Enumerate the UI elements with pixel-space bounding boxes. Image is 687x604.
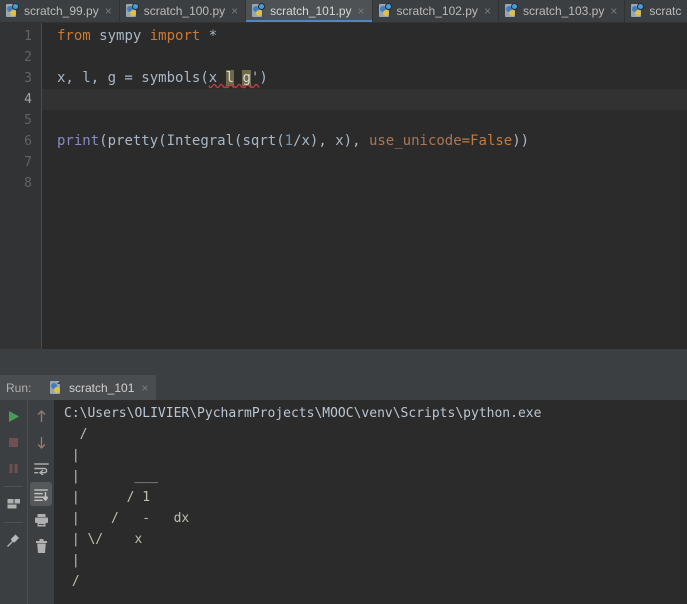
line-number: 2 xyxy=(24,50,32,65)
toolbar-divider xyxy=(4,522,23,523)
code-line-3[interactable]: x, l, g = symbols(x l g') xyxy=(42,68,687,89)
run-header-filler xyxy=(156,375,687,400)
highlight-g: g xyxy=(242,70,251,86)
editor-tab-scratch_102[interactable]: scratch_102.py × xyxy=(372,0,499,22)
stop-icon[interactable] xyxy=(3,430,25,454)
trash-icon[interactable] xyxy=(30,534,52,558)
line-number-gutter: 1 2 3 4 5 6 7 8 xyxy=(0,23,42,349)
star-glob: * xyxy=(200,28,218,44)
console-icon[interactable] xyxy=(3,492,25,516)
symbols-call: symbols xyxy=(141,70,201,86)
editor-tab-label: scratch_103.py xyxy=(522,4,605,18)
line-number: 6 xyxy=(24,134,32,149)
run-tab-scratch_101[interactable]: scratch_101 × xyxy=(42,375,157,400)
editor-tab-bar: scratch_99.py × scratch_100.py × scratch… xyxy=(0,0,687,23)
scroll-to-end-icon[interactable] xyxy=(30,482,52,506)
number-1: 1 xyxy=(284,133,294,149)
code-line-6[interactable]: print(pretty(Integral(sqrt(1/x), x), use… xyxy=(42,131,687,152)
value-false: False xyxy=(470,133,513,149)
toolbar-divider xyxy=(4,486,23,487)
console-output-line: / xyxy=(64,574,80,589)
console-output-line: | xyxy=(64,448,80,463)
python-file-icon xyxy=(504,3,518,18)
close-icon[interactable]: × xyxy=(609,5,617,17)
line-number-current: 4 xyxy=(24,92,32,107)
python-file-icon xyxy=(125,3,139,18)
close-icon[interactable]: × xyxy=(357,5,365,17)
keyword-from: from xyxy=(57,28,91,44)
code-line-5[interactable] xyxy=(42,110,687,131)
code-line-7[interactable] xyxy=(42,152,687,173)
highlight-l: l xyxy=(225,70,235,86)
arrow-down-icon[interactable] xyxy=(30,430,52,454)
run-panel-label: Run: xyxy=(0,375,42,400)
builtin-print: print xyxy=(57,133,100,149)
close-icon[interactable]: × xyxy=(104,5,112,17)
editor-tab-label: scratch_102.py xyxy=(396,4,478,18)
print-icon[interactable] xyxy=(30,508,52,532)
line-number: 3 xyxy=(24,71,32,86)
code-line-4-caret[interactable] xyxy=(42,89,687,110)
editor-tab-scratch_101[interactable]: scratch_101.py × xyxy=(246,0,373,22)
pycharm-window: scratch_99.py × scratch_100.py × scratch… xyxy=(0,0,687,604)
error-underline: x xyxy=(208,70,226,86)
editor-tab-scratch-truncated[interactable]: scratc xyxy=(625,0,687,22)
fn-integral: Integral xyxy=(166,133,235,149)
run-tab-label: scratch_101 xyxy=(69,380,135,395)
fn-sqrt: sqrt xyxy=(242,133,277,149)
console-output[interactable]: C:\Users\OLIVIER\PycharmProjects\MOOC\ve… xyxy=(54,400,687,604)
run-panel-body: C:\Users\OLIVIER\PycharmProjects\MOOC\ve… xyxy=(0,400,687,604)
line-number: 8 xyxy=(24,176,32,191)
line-number: 5 xyxy=(24,113,32,128)
editor-tab-label: scratc xyxy=(649,4,682,18)
python-file-icon xyxy=(631,3,645,18)
console-output-line: | / - dx xyxy=(64,511,190,526)
run-left-toolbar xyxy=(0,400,27,604)
python-file-icon xyxy=(50,380,63,395)
code-line-2[interactable] xyxy=(42,47,687,68)
pause-icon[interactable] xyxy=(3,456,25,480)
keyword-import: import xyxy=(149,28,201,44)
pin-icon[interactable] xyxy=(3,528,25,552)
close-icon[interactable]: × xyxy=(140,382,148,394)
editor-tab-scratch_100[interactable]: scratch_100.py × xyxy=(119,0,247,22)
soft-wrap-icon[interactable] xyxy=(30,456,52,480)
code-area[interactable]: from sympy import * x, l, g = symbols(x … xyxy=(42,23,687,349)
python-file-icon xyxy=(252,3,266,18)
console-output-line: / xyxy=(64,427,88,442)
editor-tab-label: scratch_100.py xyxy=(143,4,226,18)
run-tool-window: Run: scratch_101 × C:\Users\OLIVIER\Pych… xyxy=(0,375,687,604)
editor-console-splitter[interactable] xyxy=(0,349,687,375)
close-icon[interactable]: × xyxy=(483,5,491,17)
kwarg-use-unicode: use_unicode xyxy=(368,133,462,149)
run-right-toolbar xyxy=(27,400,54,604)
console-command-line: C:\Users\OLIVIER\PycharmProjects\MOOC\ve… xyxy=(64,406,542,421)
editor-tab-scratch_103[interactable]: scratch_103.py × xyxy=(498,0,626,22)
python-file-icon xyxy=(378,3,392,18)
run-panel-header: Run: scratch_101 × xyxy=(0,375,687,400)
module-sympy: sympy xyxy=(99,28,142,44)
console-output-line: | / 1 xyxy=(64,490,151,505)
arrow-up-icon[interactable] xyxy=(30,404,52,428)
fn-pretty: pretty xyxy=(107,133,159,149)
code-line-8[interactable] xyxy=(42,173,687,194)
python-file-icon xyxy=(6,3,19,18)
code-editor[interactable]: 1 2 3 4 5 6 7 8 from sympy import * x, l… xyxy=(0,23,687,349)
editor-tab-label: scratch_99.py xyxy=(24,4,99,18)
console-output-line: | ___ xyxy=(64,469,158,484)
console-output-line: | xyxy=(64,553,80,568)
close-icon[interactable]: × xyxy=(230,5,238,17)
console-output-line: | \/ x xyxy=(64,532,143,547)
editor-tab-label: scratch_101.py xyxy=(270,4,352,18)
code-line-1[interactable]: from sympy import * xyxy=(42,26,687,47)
line-number: 7 xyxy=(24,155,32,170)
line-number: 1 xyxy=(24,29,32,44)
run-icon[interactable] xyxy=(3,404,25,428)
editor-tab-scratch_99[interactable]: scratch_99.py × xyxy=(0,0,120,22)
